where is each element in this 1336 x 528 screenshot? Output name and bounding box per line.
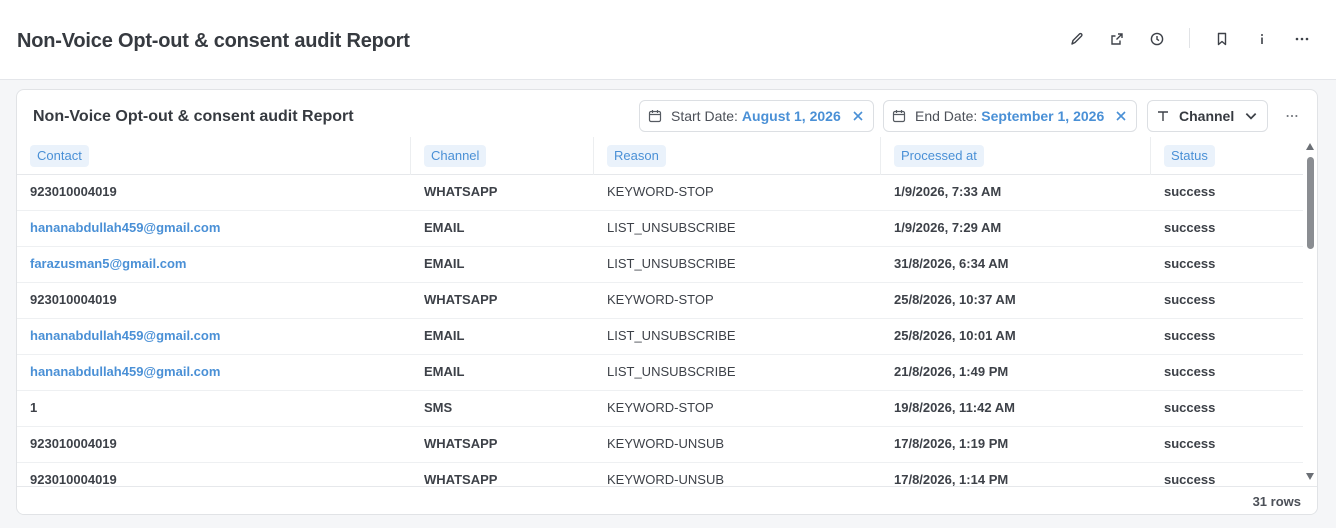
contact-cell[interactable]: hananabdullah459@gmail.com	[30, 355, 220, 391]
table-row: 1 SMS KEYWORD-STOP 19/8/2026, 11:42 AM s…	[17, 391, 1303, 427]
column-header-reason[interactable]: Reason	[607, 145, 666, 167]
channel-cell: EMAIL	[424, 328, 465, 343]
column-header-contact[interactable]: Contact	[30, 145, 89, 167]
status-cell: success	[1164, 436, 1216, 451]
processed-at-cell: 19/8/2026, 11:42 AM	[894, 400, 1015, 415]
reason-cell: LIST_UNSUBSCRIBE	[607, 364, 736, 379]
end-date-filter[interactable]: End Date: September 1, 2026	[883, 100, 1138, 132]
end-date-value: September 1, 2026	[981, 108, 1105, 124]
status-cell: success	[1164, 364, 1216, 379]
calendar-icon	[892, 109, 906, 123]
table-row: 923010004019 WHATSAPP KEYWORD-STOP 25/8/…	[17, 283, 1303, 319]
channel-cell: EMAIL	[424, 220, 465, 235]
header-cell-contact: Contact	[17, 137, 411, 175]
table-row: hananabdullah459@gmail.com EMAIL LIST_UN…	[17, 319, 1303, 355]
start-date-label: Start Date:	[671, 108, 738, 124]
processed-at-cell: 1/9/2026, 7:33 AM	[894, 184, 1002, 199]
start-date-value: August 1, 2026	[741, 108, 841, 124]
text-type-icon	[1156, 109, 1170, 123]
more-icon[interactable]	[1291, 28, 1313, 50]
processed-at-cell: 31/8/2026, 6:34 AM	[894, 256, 1009, 271]
scrollbar-thumb[interactable]	[1307, 157, 1314, 249]
contact-cell: 923010004019	[30, 292, 117, 307]
contact-cell[interactable]: hananabdullah459@gmail.com	[30, 319, 220, 355]
status-cell: success	[1164, 184, 1216, 199]
start-date-filter[interactable]: Start Date: August 1, 2026	[639, 100, 874, 132]
data-table: Contact Channel Reason Processed at Stat…	[17, 137, 1303, 486]
contact-cell: 923010004019	[30, 184, 117, 199]
card-title: Non-Voice Opt-out & consent audit Report	[33, 108, 354, 125]
processed-at-cell: 25/8/2026, 10:01 AM	[894, 328, 1016, 343]
channel-cell: SMS	[424, 400, 453, 415]
channel-filter-label: Channel	[1179, 108, 1235, 124]
close-icon[interactable]	[851, 109, 865, 123]
top-bar: Non-Voice Opt-out & consent audit Report	[0, 0, 1336, 80]
status-cell: success	[1164, 220, 1216, 235]
calendar-icon	[648, 109, 662, 123]
processed-at-cell: 17/8/2026, 1:19 PM	[894, 436, 1009, 451]
page-title: Non-Voice Opt-out & consent audit Report	[17, 30, 410, 52]
reason-cell: KEYWORD-STOP	[607, 292, 714, 307]
clock-icon[interactable]	[1146, 28, 1168, 50]
channel-cell: EMAIL	[424, 364, 465, 379]
end-date-label: End Date:	[915, 108, 978, 124]
column-header-processed-at[interactable]: Processed at	[894, 145, 984, 167]
table-row: hananabdullah459@gmail.com EMAIL LIST_UN…	[17, 355, 1303, 391]
channel-cell: WHATSAPP	[424, 292, 498, 307]
header-cell-reason: Reason	[594, 137, 881, 175]
reason-cell: LIST_UNSUBSCRIBE	[607, 328, 736, 343]
channel-filter[interactable]: Channel	[1147, 100, 1268, 132]
contact-cell[interactable]: farazusman5@gmail.com	[30, 247, 186, 283]
bookmark-icon[interactable]	[1211, 28, 1233, 50]
processed-at-cell: 17/8/2026, 1:14 PM	[894, 472, 1009, 486]
chevron-down-icon	[1244, 109, 1258, 123]
card-more-icon[interactable]	[1281, 107, 1303, 125]
header-cell-channel: Channel	[411, 137, 594, 175]
close-icon[interactable]	[1114, 109, 1128, 123]
table-row: hananabdullah459@gmail.com EMAIL LIST_UN…	[17, 211, 1303, 247]
status-cell: success	[1164, 472, 1216, 486]
status-cell: success	[1164, 292, 1216, 307]
toolbar-divider	[1189, 28, 1190, 48]
info-icon[interactable]	[1251, 28, 1273, 50]
reason-cell: KEYWORD-UNSUB	[607, 436, 725, 451]
status-cell: success	[1164, 328, 1216, 343]
report-card: Non-Voice Opt-out & consent audit Report…	[16, 89, 1318, 515]
table-row: 923010004019 WHATSAPP KEYWORD-STOP 1/9/2…	[17, 175, 1303, 211]
contact-cell[interactable]: hananabdullah459@gmail.com	[30, 211, 220, 247]
table-footer: 31 rows	[17, 486, 1317, 514]
reason-cell: KEYWORD-UNSUB	[607, 472, 725, 486]
status-cell: success	[1164, 256, 1216, 271]
row-count: 31 rows	[1252, 494, 1301, 509]
table-row: 923010004019 WHATSAPP KEYWORD-UNSUB 17/8…	[17, 463, 1303, 486]
table-row: farazusman5@gmail.com EMAIL LIST_UNSUBSC…	[17, 247, 1303, 283]
vertical-scrollbar[interactable]	[1303, 137, 1317, 486]
header-cell-status: Status	[1151, 137, 1303, 175]
scroll-down-arrow-icon[interactable]	[1306, 473, 1314, 480]
reason-cell: KEYWORD-STOP	[607, 400, 714, 415]
header-cell-processed-at: Processed at	[881, 137, 1151, 175]
external-link-icon[interactable]	[1106, 28, 1128, 50]
pencil-icon[interactable]	[1066, 28, 1088, 50]
reason-cell: LIST_UNSUBSCRIBE	[607, 256, 736, 271]
table-header: Contact Channel Reason Processed at Stat…	[17, 137, 1303, 175]
reason-cell: KEYWORD-STOP	[607, 184, 714, 199]
scroll-up-arrow-icon[interactable]	[1306, 143, 1314, 150]
processed-at-cell: 21/8/2026, 1:49 PM	[894, 364, 1009, 379]
processed-at-cell: 1/9/2026, 7:29 AM	[894, 220, 1002, 235]
channel-cell: WHATSAPP	[424, 184, 498, 199]
table-row: 923010004019 WHATSAPP KEYWORD-UNSUB 17/8…	[17, 427, 1303, 463]
channel-cell: WHATSAPP	[424, 436, 498, 451]
status-cell: success	[1164, 400, 1216, 415]
column-header-channel[interactable]: Channel	[424, 145, 487, 167]
channel-cell: EMAIL	[424, 256, 465, 271]
contact-cell: 923010004019	[30, 436, 117, 451]
reason-cell: LIST_UNSUBSCRIBE	[607, 220, 736, 235]
processed-at-cell: 25/8/2026, 10:37 AM	[894, 292, 1016, 307]
column-header-status[interactable]: Status	[1164, 145, 1215, 167]
contact-cell: 923010004019	[30, 472, 117, 486]
channel-cell: WHATSAPP	[424, 472, 498, 486]
contact-cell: 1	[30, 400, 38, 415]
